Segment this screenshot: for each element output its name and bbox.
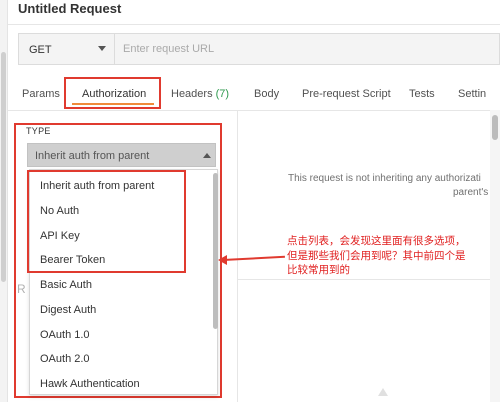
auth-info-text: This request is not inheriting any autho… xyxy=(288,173,481,184)
tab-headers[interactable]: Headers (7) xyxy=(171,88,229,100)
auth-info-text-continued: parent's xyxy=(453,187,489,198)
left-scrollbar-thumb[interactable] xyxy=(1,52,6,282)
type-label: TYPE xyxy=(26,126,51,136)
tab-params[interactable]: Params xyxy=(22,88,60,100)
auth-type-select[interactable]: Inherit auth from parent xyxy=(27,143,216,167)
triangle-icon xyxy=(378,388,388,396)
header-divider xyxy=(8,24,500,25)
dropdown-option-hawk[interactable]: Hawk Authentication xyxy=(40,378,140,390)
chevron-up-icon xyxy=(203,153,211,158)
tab-tests[interactable]: Tests xyxy=(409,88,435,100)
annotation-line-3: 比较常用到的 xyxy=(287,264,350,276)
tabs-divider xyxy=(8,110,500,111)
request-title: Untitled Request xyxy=(18,1,122,16)
annotation-line-2: 但是那些我们会用到呢？其中前四个是 xyxy=(287,249,466,262)
pane-divider xyxy=(237,110,238,402)
method-select[interactable]: GET xyxy=(18,33,114,65)
annotation-line-1: 点击列表，会发现这里面有很多选项， xyxy=(287,235,466,247)
authorization-highlight-box xyxy=(64,77,161,109)
tab-pre-request-script[interactable]: Pre-request Script xyxy=(302,88,391,100)
headers-count: (7) xyxy=(215,88,230,100)
right-scrollbar-thumb[interactable] xyxy=(492,115,498,140)
arrow-left-icon xyxy=(218,255,227,265)
dropdown-option-oauth1[interactable]: OAuth 1.0 xyxy=(40,329,90,341)
url-input[interactable] xyxy=(115,34,499,64)
right-pane-divider-line xyxy=(237,279,500,280)
dropdown-option-digest-auth[interactable]: Digest Auth xyxy=(40,304,96,316)
chevron-down-icon xyxy=(98,46,106,51)
method-value: GET xyxy=(29,44,52,56)
annotation-note: 点击列表，会发现这里面有很多选项， 但是那些我们会用到呢？其中前四个是 比较常用… xyxy=(287,234,477,278)
dropdown-scrollbar-thumb[interactable] xyxy=(213,173,218,329)
tab-headers-label: Headers xyxy=(171,88,213,100)
left-scrollbar[interactable] xyxy=(0,0,8,402)
dropdown-option-oauth2[interactable]: OAuth 2.0 xyxy=(40,353,90,365)
right-scrollbar[interactable] xyxy=(490,110,500,402)
tab-body[interactable]: Body xyxy=(254,88,279,100)
url-field[interactable] xyxy=(114,33,500,65)
tab-settings[interactable]: Settin xyxy=(458,88,486,100)
common-options-highlight-box xyxy=(27,170,186,273)
annotation-arrow-line xyxy=(222,255,285,261)
dropdown-option-basic-auth[interactable]: Basic Auth xyxy=(40,279,92,291)
auth-type-selected: Inherit auth from parent xyxy=(35,150,150,162)
